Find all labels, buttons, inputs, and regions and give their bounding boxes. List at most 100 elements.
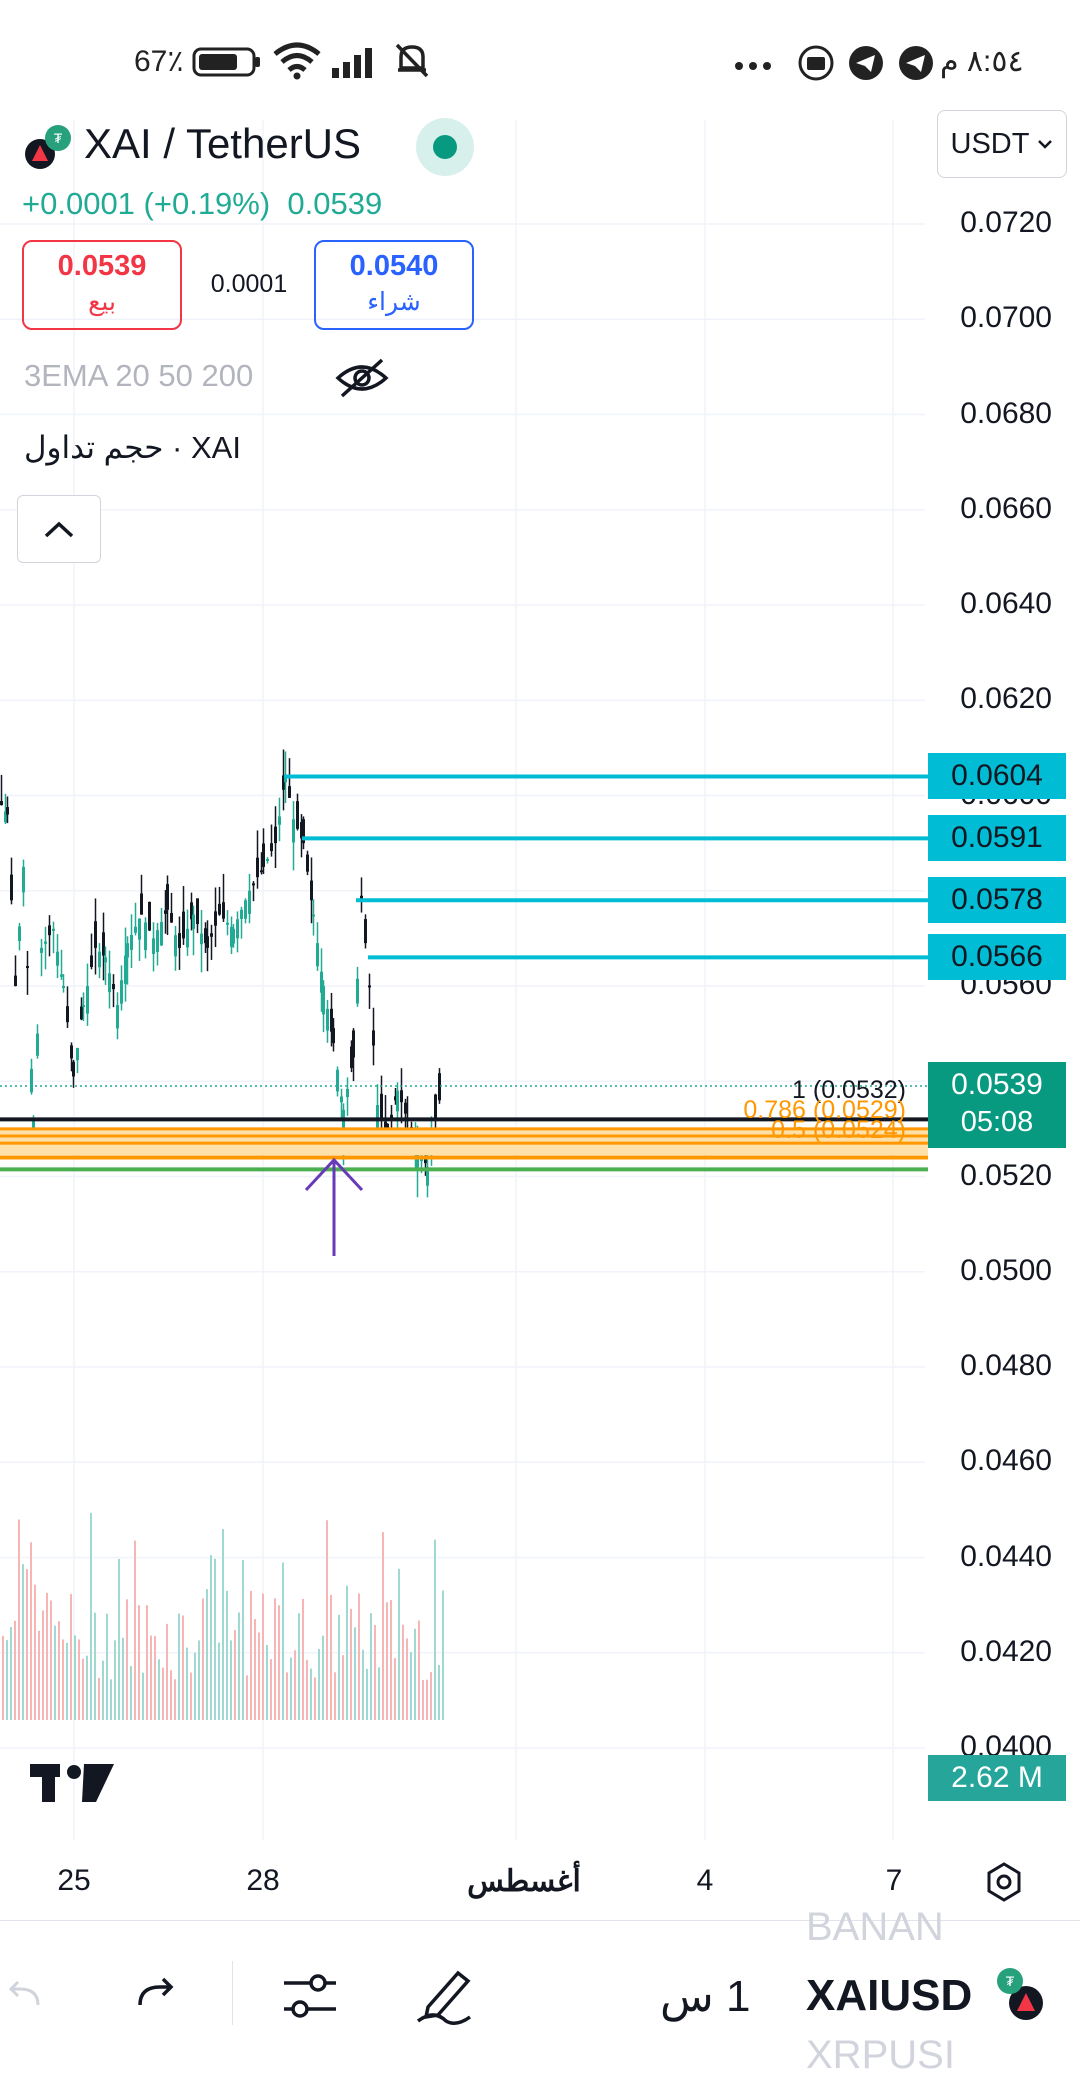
volume-indicator-label[interactable]: حجم تداول · XAI bbox=[24, 430, 241, 466]
volume-bar bbox=[230, 1640, 232, 1720]
price-tick-label: 0.0420 bbox=[960, 1634, 1052, 1668]
volume-bar bbox=[30, 1542, 32, 1720]
volume-bar bbox=[134, 1540, 136, 1720]
level-price-tag: 0.0566 bbox=[928, 934, 1066, 981]
volume-bar bbox=[406, 1638, 408, 1720]
volume-bar bbox=[142, 1672, 144, 1720]
volume-bar bbox=[266, 1644, 268, 1720]
candle-body bbox=[404, 1102, 407, 1114]
volume-bar bbox=[50, 1600, 52, 1720]
volume-bar bbox=[314, 1677, 316, 1720]
candle-body bbox=[274, 826, 277, 844]
candle-body bbox=[376, 1105, 379, 1129]
candle-body bbox=[80, 1006, 83, 1020]
volume-bar bbox=[234, 1630, 236, 1720]
volume-bar bbox=[326, 1520, 328, 1720]
candle-body bbox=[0, 801, 3, 806]
price-tick-label: 0.0440 bbox=[960, 1539, 1052, 1573]
candle-body bbox=[218, 903, 221, 915]
level-price-tag: 0.0591 bbox=[928, 815, 1066, 862]
volume-bar bbox=[430, 1672, 432, 1720]
undo-icon[interactable] bbox=[6, 1975, 46, 2015]
volume-bar bbox=[298, 1613, 300, 1720]
volume-bar bbox=[42, 1610, 44, 1720]
volume-bar bbox=[382, 1532, 384, 1720]
volume-bar bbox=[174, 1679, 176, 1720]
volume-bar bbox=[418, 1620, 420, 1720]
candle-body bbox=[94, 921, 97, 948]
candle-body bbox=[256, 857, 259, 878]
candle-body bbox=[236, 919, 239, 939]
volume-bar bbox=[434, 1539, 436, 1720]
candle-body bbox=[346, 1088, 349, 1098]
candle-body bbox=[340, 1096, 343, 1103]
indicator-label[interactable]: 3EMA 20 50 200 bbox=[24, 358, 253, 394]
volume-bar bbox=[410, 1652, 412, 1720]
volume-bar bbox=[278, 1605, 280, 1720]
price-tick-label: 0.0520 bbox=[960, 1158, 1052, 1192]
candle-body bbox=[44, 941, 47, 944]
indicators-sliders-icon[interactable] bbox=[280, 1967, 340, 2025]
candle-body bbox=[252, 883, 255, 886]
symbol-title[interactable]: XAI / TetherUS bbox=[84, 120, 361, 168]
volume-bar bbox=[2, 1635, 4, 1720]
chart-settings-icon[interactable] bbox=[982, 1860, 1026, 1904]
volume-bar bbox=[162, 1667, 164, 1720]
tradingview-logo-icon bbox=[30, 1764, 114, 1802]
collapse-legend-button[interactable] bbox=[17, 495, 101, 563]
volume-bar bbox=[402, 1624, 404, 1720]
volume-bar bbox=[350, 1608, 352, 1720]
volume-bar bbox=[6, 1640, 8, 1720]
drawing-pencil-icon[interactable] bbox=[414, 1963, 474, 2027]
volume-tag: 2.62 M bbox=[928, 1755, 1066, 1801]
candle-body bbox=[192, 914, 195, 929]
candle-body bbox=[70, 1045, 73, 1059]
eye-hidden-icon[interactable] bbox=[334, 356, 390, 400]
price-tick-label: 0.0720 bbox=[960, 206, 1052, 239]
sell-button[interactable]: 0.0539 بيع bbox=[22, 240, 182, 330]
candle-body bbox=[196, 898, 199, 925]
candle-body bbox=[182, 911, 185, 939]
change-value: +0.0001 (+0.19%) bbox=[22, 186, 271, 221]
volume-bar bbox=[414, 1628, 416, 1720]
candle-body bbox=[102, 932, 105, 956]
candle-body bbox=[72, 1061, 75, 1077]
volume-bar bbox=[90, 1512, 92, 1720]
bid-price: 0.0539 bbox=[57, 250, 147, 282]
volume-bar bbox=[226, 1590, 228, 1720]
volume-bar bbox=[210, 1555, 212, 1720]
volume-bar bbox=[426, 1679, 428, 1720]
candle-body bbox=[178, 933, 181, 948]
bottom-toolbar: 1 س BANAN XAIUSD XRPUSI ₮ bbox=[0, 1905, 1080, 2092]
volume-bar bbox=[398, 1568, 400, 1720]
candle-body bbox=[232, 928, 235, 944]
volume-bar bbox=[114, 1640, 116, 1720]
volume-bar bbox=[330, 1594, 332, 1720]
candle-body bbox=[434, 1094, 437, 1120]
candle-body bbox=[326, 1008, 329, 1031]
candle-body bbox=[86, 986, 89, 1014]
buy-button[interactable]: 0.0540 شراء bbox=[314, 240, 474, 330]
volume-bar bbox=[14, 1620, 16, 1720]
symbol-button[interactable]: XAIUSD bbox=[806, 1971, 972, 2021]
candle-body bbox=[66, 1006, 69, 1023]
candle-body bbox=[312, 914, 315, 917]
redo-icon[interactable] bbox=[132, 1973, 176, 2017]
candle-body bbox=[140, 893, 143, 915]
volume-bar bbox=[258, 1632, 260, 1720]
interval-button[interactable]: 1 س bbox=[660, 1971, 750, 2022]
date-tick-label: أغسطس bbox=[467, 1865, 581, 1898]
price-change: +0.0001 (+0.19%) 0.0539 bbox=[22, 186, 382, 222]
currency-selector[interactable]: USDT bbox=[937, 110, 1067, 178]
volume-bar bbox=[242, 1560, 244, 1720]
market-status-icon[interactable] bbox=[416, 118, 474, 176]
volume-bar bbox=[214, 1558, 216, 1720]
candle-body bbox=[266, 859, 269, 861]
volume-bar bbox=[386, 1602, 388, 1720]
candle-body bbox=[210, 933, 213, 937]
volume-bar bbox=[146, 1605, 148, 1720]
volume-bar bbox=[126, 1599, 128, 1720]
candle-body bbox=[306, 854, 309, 872]
volume-bar bbox=[286, 1672, 288, 1720]
volume-bar bbox=[178, 1613, 180, 1720]
